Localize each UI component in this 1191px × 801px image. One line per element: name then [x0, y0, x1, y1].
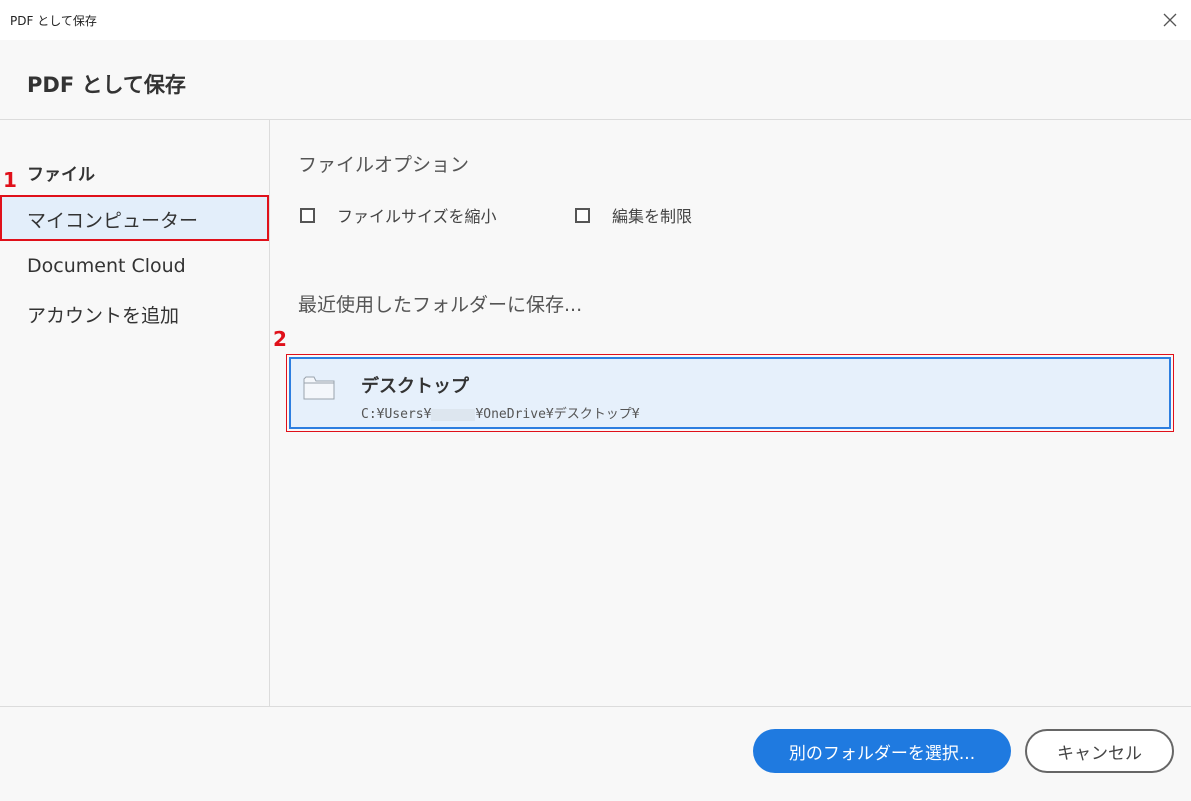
sidebar-item-label: マイコンピューター [27, 210, 199, 232]
sidebar-item-label: Document Cloud [27, 255, 186, 277]
file-options-heading: ファイルオプション [298, 154, 470, 176]
sidebar-item-my-computer[interactable]: マイコンピューター [0, 195, 269, 241]
main-panel: ファイルオプション ファイルサイズを縮小 編集を制限 最近使用したフォルダーに保… [270, 120, 1191, 706]
dialog-header: PDF として保存 [0, 40, 1191, 120]
redacted-username [431, 408, 476, 421]
dialog-title: PDF として保存 [27, 73, 186, 97]
checkbox-box[interactable] [300, 207, 315, 223]
folder-icon [303, 375, 335, 405]
choose-another-folder-button[interactable]: 別のフォルダーを選択... [753, 729, 1011, 773]
folder-path-suffix: ¥OneDrive¥デスクトップ¥ [475, 407, 640, 422]
folder-name: デスクトップ [361, 376, 469, 397]
checkbox-label: 編集を制限 [612, 207, 693, 226]
close-button[interactable] [1158, 8, 1182, 32]
recent-folder-desktop[interactable]: デスクトップ C:¥Users¥ ¥OneDrive¥デスクトップ¥ [286, 354, 1174, 432]
cancel-button[interactable]: キャンセル [1025, 729, 1174, 773]
sidebar-item-document-cloud[interactable]: Document Cloud [0, 244, 269, 290]
restrict-editing-checkbox[interactable]: 編集を制限 [575, 204, 692, 226]
dialog-footer: 別のフォルダーを選択... キャンセル [0, 706, 1191, 801]
annotation-marker-2: 2 [273, 327, 287, 351]
recent-folders-heading: 最近使用したフォルダーに保存... [298, 294, 583, 316]
reduce-file-size-checkbox[interactable]: ファイルサイズを縮小 [300, 204, 497, 226]
checkbox-box[interactable] [575, 207, 590, 223]
annotation-marker-1: 1 [3, 168, 17, 192]
checkbox-label: ファイルサイズを縮小 [337, 207, 497, 226]
folder-path: C:¥Users¥ ¥OneDrive¥デスクトップ¥ [361, 403, 640, 422]
title-bar: PDF として保存 [0, 0, 1191, 40]
folder-path-prefix: C:¥Users¥ [361, 407, 432, 422]
sidebar-item-add-account[interactable]: アカウントを追加 [0, 290, 269, 336]
sidebar: ファイル 1 マイコンピューター Document Cloud アカウントを追加 [0, 120, 270, 706]
folder-row-inner: デスクトップ C:¥Users¥ ¥OneDrive¥デスクトップ¥ [289, 357, 1171, 429]
sidebar-section-file: ファイル [27, 165, 95, 185]
sidebar-item-label: アカウントを追加 [27, 305, 180, 327]
window-title: PDF として保存 [10, 14, 97, 28]
close-icon [1163, 13, 1177, 27]
